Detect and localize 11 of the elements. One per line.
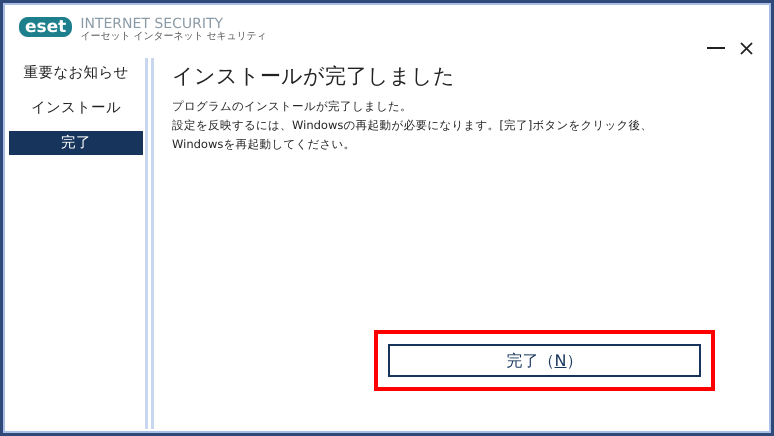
- product-name: INTERNET SECURITY: [80, 17, 224, 31]
- finish-button[interactable]: 完了（N）: [388, 344, 701, 377]
- sidebar-item[interactable]: 重要なお知らせ: [9, 61, 143, 85]
- page-title: インストールが完了しました: [172, 63, 456, 90]
- message-text: 設定を反映するには、Windowsの再起動が必要になります。[完了]ボタンをクリック後、: [172, 117, 654, 134]
- product-subtitle: イーセット インターネット セキュリティ: [80, 31, 267, 42]
- sidebar-item[interactable]: 完了: [9, 131, 143, 155]
- logo-mark: eset: [19, 17, 72, 37]
- message-text: プログラムのインストールが完了しました。: [172, 98, 413, 115]
- message-text: Windowsを再起動してください。: [172, 136, 356, 153]
- sidebar-item[interactable]: インストール: [9, 96, 143, 120]
